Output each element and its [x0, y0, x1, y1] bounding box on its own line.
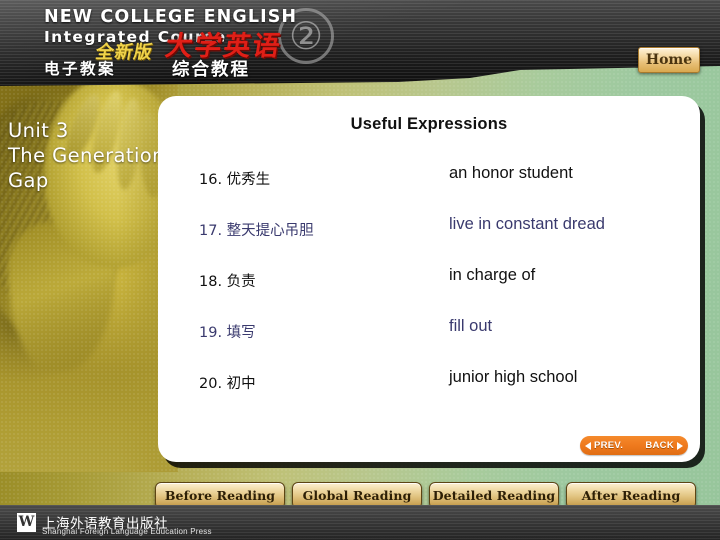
unit-title-line-2: The Generation — [8, 144, 165, 167]
unit-title-line-3: Gap — [8, 169, 49, 192]
expression-english: an honor student — [449, 164, 573, 182]
content-card: Useful Expressions 16. 优秀生 an honor stude… — [158, 96, 700, 462]
unit-title: Unit 3 The Generation Gap — [8, 118, 178, 193]
expression-chinese: 19. 填写 — [199, 325, 256, 341]
triangle-left-icon — [585, 441, 591, 450]
expression-english: fill out — [449, 317, 493, 335]
publisher-name-english: Shanghai Foreign Language Education Pres… — [42, 527, 212, 536]
prev-button-label: PREV. — [594, 440, 624, 451]
slide-canvas: Unit 3 The Generation Gap ② NEW COLLEGE … — [0, 0, 720, 540]
page-title: Useful Expressions — [350, 115, 508, 133]
publisher-logo-icon: W — [17, 513, 36, 532]
home-button[interactable]: Home — [638, 47, 700, 73]
expression-chinese: 20. 初中 — [199, 376, 256, 392]
expression-english: junior high school — [449, 368, 578, 386]
back-button-label: BACK — [645, 440, 674, 451]
prev-button[interactable]: PREV. — [585, 440, 623, 451]
expression-english: live in constant dread — [449, 215, 605, 233]
brand-subtitle-chinese: 综合教程 — [172, 60, 250, 80]
expression-row: 18. 负责 in charge of — [158, 266, 700, 321]
back-button[interactable]: BACK — [645, 440, 683, 451]
brand-new-edition-label: 全新版 — [93, 42, 155, 63]
expression-row: 19. 填写 fill out — [158, 317, 700, 372]
expression-english: in charge of — [449, 266, 536, 284]
unit-title-line-1: Unit 3 — [8, 119, 69, 142]
expression-chinese: 16. 优秀生 — [199, 172, 271, 188]
triangle-right-icon — [677, 441, 683, 450]
expression-chinese: 18. 负责 — [199, 274, 256, 290]
expression-chinese: 17. 整天提心吊胆 — [199, 223, 314, 239]
publisher-strip: W 上海外语教育出版社 Shanghai Foreign Language Ed… — [0, 505, 720, 540]
card-navigation-pill: PREV. BACK — [580, 436, 688, 455]
header-band: ② NEW COLLEGE ENGLISH Integrated Course … — [0, 0, 720, 86]
expression-row: 20. 初中 junior high school — [158, 368, 700, 423]
expression-row: 16. 优秀生 an honor student — [158, 164, 700, 219]
expression-list: 16. 优秀生 an honor student 17. 整天提心吊胆 live in… — [158, 164, 700, 423]
expression-row: 17. 整天提心吊胆 live in constant dread — [158, 215, 700, 270]
